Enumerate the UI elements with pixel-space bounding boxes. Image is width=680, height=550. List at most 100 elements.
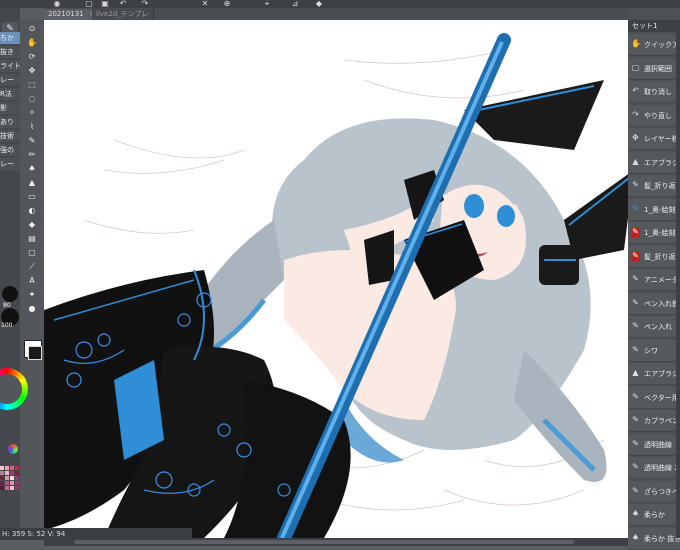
quick-access-item[interactable]: ↶ 取り消し: [628, 81, 680, 103]
quick-access-item[interactable]: ✋クイックアクセ: [628, 34, 680, 56]
shape-icon[interactable]: ▢: [21, 246, 43, 259]
quick-access-item[interactable]: ✎ 透明曲線: [628, 433, 680, 456]
horizontal-scrollbar[interactable]: [44, 538, 628, 546]
sub-tool-label[interactable]: 技術: [0, 130, 20, 142]
balloon-icon[interactable]: ✦: [21, 288, 43, 301]
swatch[interactable]: [0, 486, 4, 490]
text-icon[interactable]: A: [21, 274, 43, 287]
swatch[interactable]: [10, 471, 14, 475]
quick-access-item[interactable]: ✎ カブラペン: [628, 410, 680, 432]
sub-tool-label[interactable]: 抜き: [0, 46, 20, 58]
quick-access-item[interactable]: ♠ 柔らか 抜き: [628, 527, 680, 550]
eraser-icon[interactable]: ▭: [21, 190, 43, 203]
select-icon[interactable]: ⬚: [21, 78, 43, 91]
new-file-icon[interactable]: ▢: [84, 0, 94, 8]
quick-access-item[interactable]: ✎ アニメーター推 社内の人類: [628, 269, 680, 291]
redo-icon[interactable]: ↷: [140, 0, 150, 8]
pen-icon: ✎: [632, 297, 639, 307]
sub-tool-label[interactable]: レー: [0, 74, 20, 86]
swatch[interactable]: [5, 486, 9, 490]
color-settings-icon[interactable]: [8, 444, 18, 454]
sub-tool-label[interactable]: R法: [0, 88, 20, 100]
quick-access-item[interactable]: ✎ ペン入れ鉄: [628, 292, 680, 315]
undo-icon[interactable]: ↶: [118, 0, 128, 8]
brush-size-80[interactable]: [2, 286, 18, 302]
quick-access-label: 柔らか: [644, 511, 665, 519]
quick-access-item[interactable]: ▲ エアブラシ: [628, 151, 680, 174]
quick-access-item[interactable]: ▲ エアブラシ: [628, 363, 680, 385]
ruler-icon[interactable]: ⟋: [21, 260, 43, 273]
sub-tool-label[interactable]: レー: [0, 158, 20, 170]
quick-access-item[interactable]: ✎ ざらつきペン: [628, 480, 680, 503]
swatch[interactable]: [0, 481, 4, 485]
sub-tool-label[interactable]: ライト: [0, 60, 20, 72]
quick-access-item[interactable]: ✎ 髪_折り返し: [628, 245, 680, 268]
quick-access-item[interactable]: ✥ レイヤー移動: [628, 128, 680, 150]
swatch[interactable]: [0, 471, 4, 475]
airbrush-icon[interactable]: ▲: [21, 176, 43, 189]
quick-access-item[interactable]: ✎ シワ: [628, 339, 680, 362]
hand-icon[interactable]: ✋: [21, 36, 43, 49]
quick-access-item[interactable]: ✎ ベクター用: [628, 386, 680, 409]
brush-icon[interactable]: ♠: [21, 162, 43, 175]
brush-icon: ♠: [631, 509, 640, 518]
quick-access-item[interactable]: ✎ 1_奥-絵刻り_: [628, 198, 680, 221]
quick-access-item[interactable]: ✎ 1_奥-絵刻り_ ラテラ: [628, 222, 680, 244]
swatch[interactable]: [10, 481, 14, 485]
pen-red-icon: ✎: [631, 227, 640, 237]
lasso-icon[interactable]: ◌: [21, 92, 43, 105]
sub-tool-label[interactable]: 強の: [0, 144, 20, 156]
swatch[interactable]: [15, 466, 19, 470]
quick-access-item[interactable]: ▢ 選択範囲: [628, 57, 680, 80]
quick-access-item[interactable]: ✎ 透明曲線 2: [628, 457, 680, 479]
swatch[interactable]: [0, 466, 4, 470]
swatch[interactable]: [10, 466, 14, 470]
swatch[interactable]: [15, 486, 19, 490]
color-swatches[interactable]: [0, 466, 20, 526]
scroll-thumb[interactable]: [74, 540, 574, 544]
quick-access-item[interactable]: ✎ 髪_折り返し: [628, 175, 680, 197]
quick-access-item[interactable]: ↷ やり直し: [628, 104, 680, 127]
ruler-icon[interactable]: ⊿: [290, 0, 300, 8]
panel-scrollbar[interactable]: [676, 20, 680, 538]
swatch[interactable]: [5, 476, 9, 480]
undo-icon: ↶: [632, 86, 639, 95]
zoom-icon[interactable]: ⊙: [21, 22, 43, 35]
swatch[interactable]: [5, 481, 9, 485]
quick-access-item[interactable]: ✎ ペン入れ: [628, 316, 680, 338]
correct-icon[interactable]: ●: [21, 302, 43, 315]
sub-tool-label[interactable]: 影: [0, 102, 20, 114]
drawing-canvas[interactable]: [44, 20, 628, 538]
swatch[interactable]: [10, 476, 14, 480]
swatch[interactable]: [15, 476, 19, 480]
pencil-icon[interactable]: ✏: [21, 148, 43, 161]
clear-icon[interactable]: ✕: [200, 0, 210, 8]
sub-tool-label[interactable]: ちか: [0, 32, 20, 44]
view-icon[interactable]: ◉: [52, 0, 62, 8]
main-color[interactable]: [28, 346, 42, 360]
pen-icon: ✎: [632, 391, 639, 401]
move-icon[interactable]: ✥: [21, 64, 43, 77]
swatch[interactable]: [15, 471, 19, 475]
open-file-icon[interactable]: ▣: [100, 0, 110, 8]
wand-icon[interactable]: ✧: [21, 106, 43, 119]
swatch[interactable]: [5, 466, 9, 470]
pen-icon[interactable]: ✎: [21, 134, 43, 147]
snap-icon[interactable]: ⌖: [262, 0, 272, 8]
hand-icon: ✋: [631, 39, 641, 48]
blend-icon[interactable]: ◐: [21, 204, 43, 217]
gradient-icon[interactable]: ▤: [21, 232, 43, 245]
quick-access-item[interactable]: ♠ 柔らか: [628, 504, 680, 526]
pen-blue-icon: ✎: [632, 203, 639, 213]
eyedropper-icon[interactable]: ⌇: [21, 120, 43, 133]
tab-document-2[interactable]: live2d_テンプレ: [92, 9, 154, 20]
swatch[interactable]: [0, 476, 4, 480]
rotate-icon[interactable]: ⟳: [21, 50, 43, 63]
fill-icon[interactable]: ◆: [21, 218, 43, 231]
transform-icon[interactable]: ⊕: [222, 0, 232, 8]
help-icon[interactable]: ◆: [314, 0, 324, 8]
swatch[interactable]: [15, 481, 19, 485]
sub-tool-label[interactable]: あり: [0, 116, 20, 128]
swatch[interactable]: [10, 486, 14, 490]
swatch[interactable]: [5, 471, 9, 475]
